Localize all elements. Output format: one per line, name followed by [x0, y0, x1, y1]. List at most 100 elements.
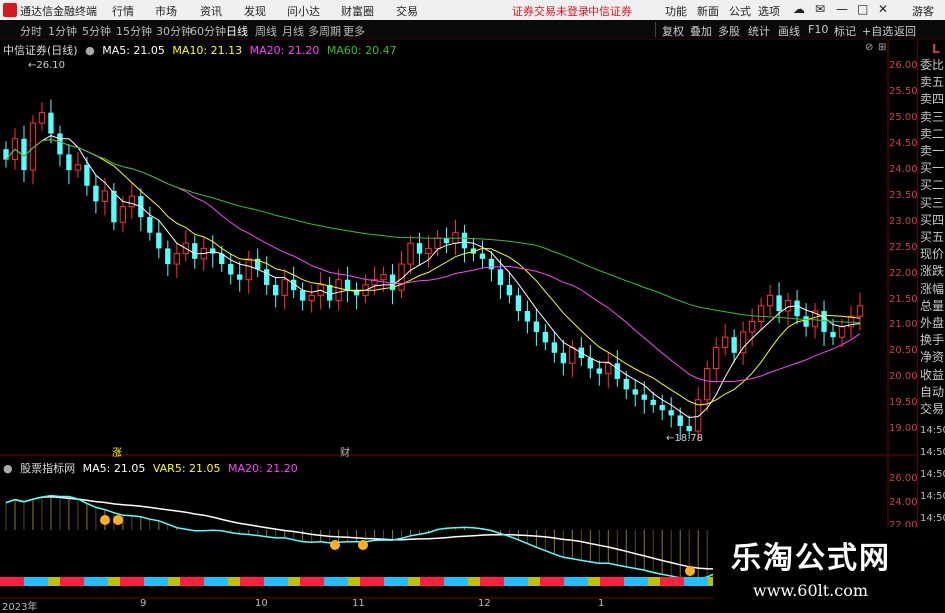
candle [704, 367, 711, 401]
candle [632, 389, 638, 395]
quote-item[interactable]: 买四 [920, 213, 944, 227]
candle [461, 232, 468, 249]
price-tick: 19.00 [889, 423, 918, 434]
quote-item[interactable]: 买一 [920, 161, 944, 175]
candle [111, 190, 117, 223]
candle [784, 300, 792, 312]
price-tick: 21.50 [889, 294, 918, 305]
quote-item[interactable]: 卖五 [920, 75, 944, 89]
buy-signal-marker [330, 540, 340, 550]
panel-marker: L [932, 42, 940, 56]
quote-item[interactable]: 换手 [920, 333, 944, 347]
signal-band-cell [612, 577, 624, 586]
indicator-title[interactable]: 股票指标网 [20, 462, 75, 475]
signal-band-cell [108, 577, 120, 586]
candle [623, 378, 629, 390]
signal-band-cell [216, 577, 228, 586]
quote-item[interactable]: 总量 [920, 299, 944, 313]
quote-item[interactable]: 卖二 [920, 127, 944, 141]
candle [712, 347, 720, 369]
candle [407, 242, 414, 265]
quote-item[interactable]: 收益 [920, 368, 944, 382]
candle [237, 274, 243, 280]
quote-item[interactable]: 交易 [920, 402, 944, 416]
event-marker-zhang[interactable]: 涨 [112, 444, 122, 459]
signal-band-cell [360, 577, 372, 586]
candle [228, 264, 234, 275]
candle [614, 363, 620, 379]
signal-band-cell [564, 577, 576, 586]
buy-signal-marker [685, 566, 695, 576]
quote-item[interactable]: 买五 [920, 230, 944, 244]
signal-band-cell [492, 577, 504, 586]
signal-band-cell [456, 577, 468, 586]
signal-band-cell [576, 577, 588, 586]
quote-item[interactable]: 委比 [920, 58, 944, 72]
quote-item[interactable]: 买三 [920, 196, 944, 210]
candle [93, 185, 99, 202]
indicator-settings-icon[interactable]: ● [3, 462, 13, 475]
quote-item[interactable]: 涨跌 [920, 264, 944, 278]
candle [273, 284, 279, 296]
watermark: 乐淘公式网 www.60lt.com [713, 527, 945, 609]
signal-band-cell [660, 577, 672, 586]
event-marker-cai[interactable]: 财 [340, 444, 350, 459]
quote-item[interactable]: 外盘 [920, 316, 944, 330]
signal-band-cell [444, 577, 456, 586]
candle [57, 133, 63, 155]
quote-item[interactable]: 买二 [920, 178, 944, 192]
signal-band-cell [516, 577, 528, 586]
candle [533, 321, 540, 332]
candle [147, 217, 153, 233]
kline-chart[interactable] [0, 0, 945, 609]
price-tick: 23.50 [889, 190, 918, 201]
candle [560, 352, 567, 364]
signal-band-cell [36, 577, 48, 586]
date-tick: 1 [598, 598, 605, 609]
chart-header: 中信证券(日线) ● MA5: 21.05 MA10: 21.13 MA20: … [3, 42, 401, 58]
candle [119, 206, 127, 223]
price-tick: 20.50 [889, 345, 918, 356]
signal-band-cell [96, 577, 108, 586]
minimize-chart-icon[interactable]: ⊘ [865, 42, 873, 53]
trade-time: 14:50 [920, 425, 945, 436]
candle [757, 305, 765, 322]
signal-band-cell [672, 577, 684, 586]
expand-chart-icon[interactable]: ⊞ [878, 42, 886, 53]
quote-item[interactable]: 卖三 [920, 110, 944, 124]
signal-band-cell [372, 577, 384, 586]
quote-item[interactable]: 涨幅 [920, 282, 944, 296]
candle [264, 269, 270, 285]
quote-item[interactable]: 自动 [920, 385, 944, 399]
candle [84, 164, 90, 186]
date-tick: 12 [478, 598, 491, 609]
signal-band-cell [600, 577, 612, 586]
candle [308, 294, 315, 302]
candle [659, 405, 665, 411]
signal-band-cell [552, 577, 564, 586]
signal-band-cell [312, 577, 324, 586]
candle [542, 331, 549, 343]
quote-item[interactable]: 现价 [920, 247, 944, 261]
date-tick: 10 [255, 598, 268, 609]
signal-band-cell [684, 577, 696, 586]
settings-circle-icon[interactable]: ● [85, 44, 95, 57]
quote-item[interactable]: 卖四 [920, 92, 944, 106]
signal-band-cell [12, 577, 24, 586]
quote-item[interactable]: 净资 [920, 350, 944, 364]
ma60-line [5, 139, 861, 324]
quote-item[interactable]: 卖一 [920, 144, 944, 158]
stock-title[interactable]: 中信证券(日线) [3, 44, 78, 57]
ma10-label: MA10: 21.13 [172, 44, 243, 57]
indicator-header: ● 股票指标网 MA5: 21.05 VAR5: 21.05 MA20: 21.… [3, 460, 302, 476]
signal-band-cell [156, 577, 168, 586]
ma5-line [5, 135, 861, 419]
signal-band-cell [324, 577, 336, 586]
buy-signal-marker [358, 540, 368, 550]
candle [173, 253, 180, 265]
signal-band-cell [120, 577, 132, 586]
candle [830, 331, 836, 338]
candle [721, 336, 729, 349]
buy-signal-marker [113, 515, 123, 525]
signal-band-cell [144, 577, 156, 586]
